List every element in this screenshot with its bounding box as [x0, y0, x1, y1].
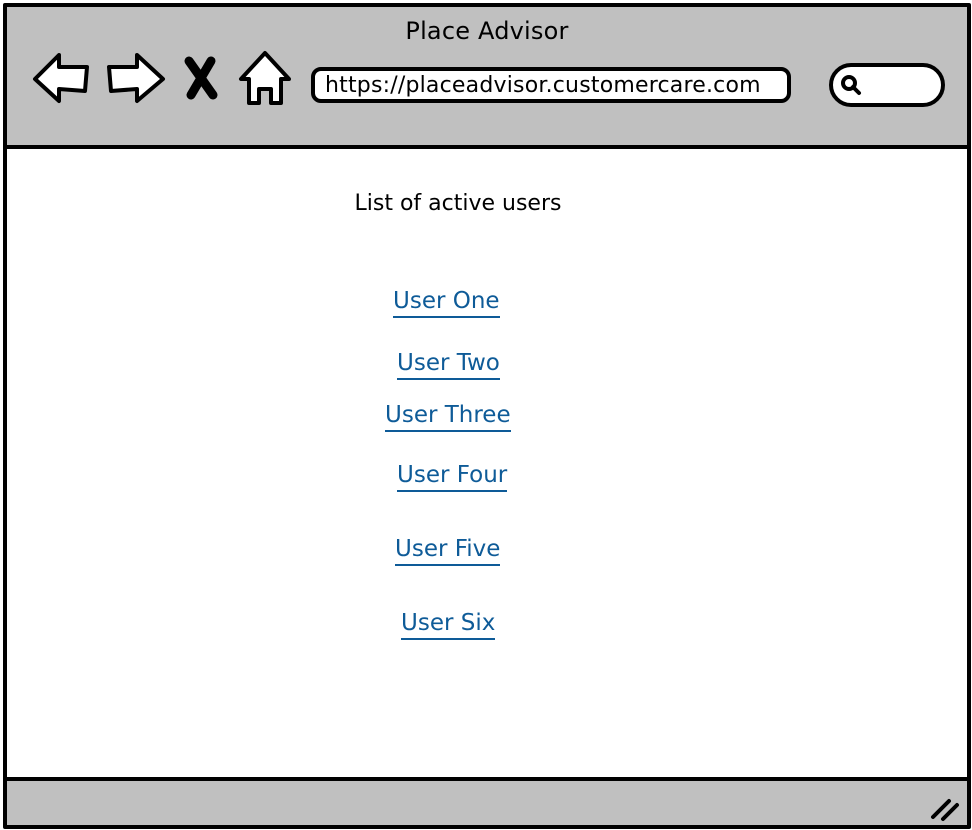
window-title: Place Advisor [405, 17, 569, 45]
page-heading: List of active users [354, 191, 562, 216]
user-link-five[interactable]: User Five [395, 535, 501, 566]
user-link-two[interactable]: User Two [397, 349, 500, 380]
search-icon [841, 75, 861, 95]
status-bar [7, 777, 967, 825]
back-arrow-icon[interactable] [31, 49, 91, 109]
user-link-one[interactable]: User One [393, 287, 500, 318]
url-bar[interactable]: https://placeadvisor.customercare.com [311, 67, 791, 103]
browser-toolbar: Place Advisor https://placeadvisor.custo… [7, 7, 967, 149]
browser-window: Place Advisor https://placeadvisor.custo… [3, 3, 971, 829]
close-icon[interactable] [179, 49, 223, 109]
url-text: https://placeadvisor.customercare.com [325, 72, 761, 98]
forward-arrow-icon[interactable] [107, 49, 167, 109]
search-input[interactable] [829, 63, 945, 107]
user-link-four[interactable]: User Four [397, 461, 508, 492]
home-icon[interactable] [235, 49, 295, 109]
user-link-three[interactable]: User Three [385, 401, 511, 432]
resize-grip-icon[interactable] [927, 795, 963, 823]
user-link-six[interactable]: User Six [401, 609, 496, 640]
